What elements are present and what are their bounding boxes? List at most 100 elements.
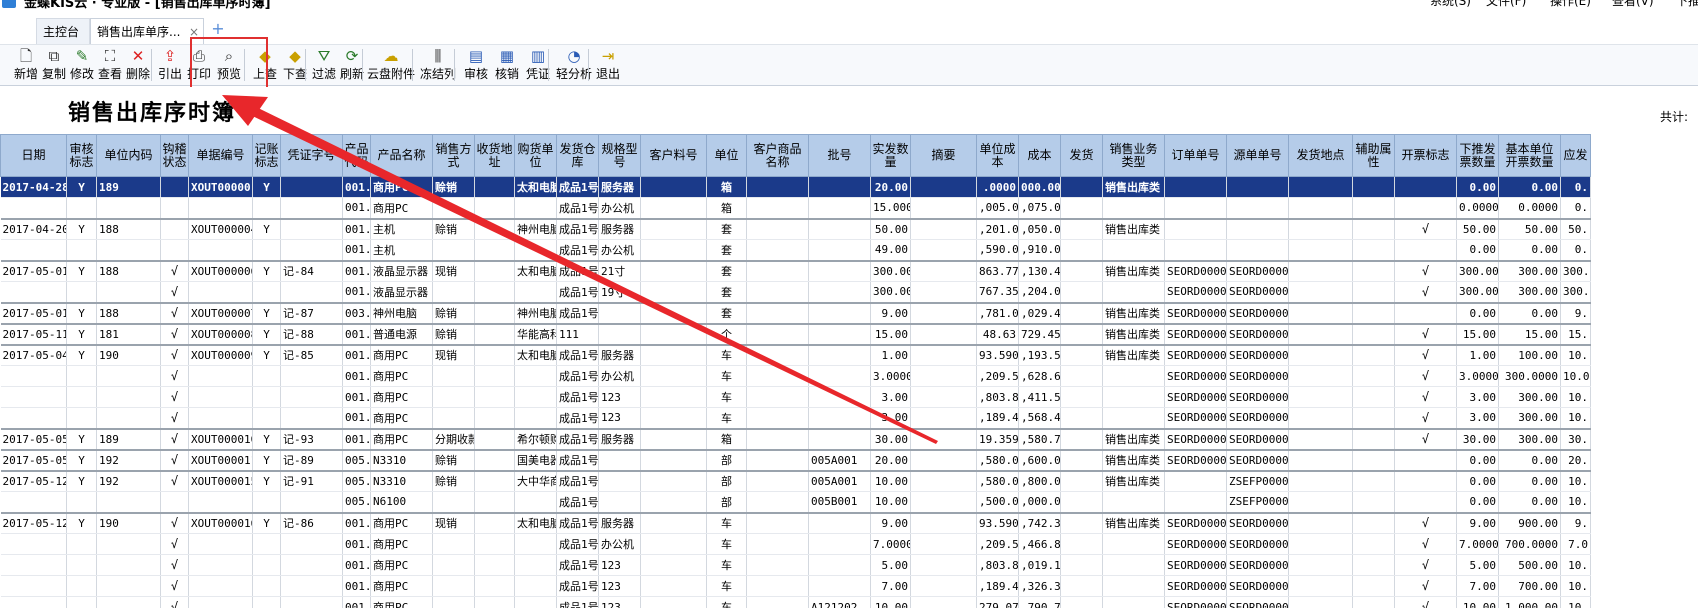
table-row[interactable]: 001.主机成品1号办公机套49.00,590.00,910.000.000.0… [0, 239, 1591, 261]
column-header[interactable]: 规格型号 [598, 134, 641, 177]
table-cell: SEORD000004 [1226, 554, 1289, 576]
table-cell: 123 [598, 575, 641, 597]
column-header[interactable]: 客户商品名称 [746, 134, 809, 177]
toolbar-button-audit[interactable]: ▤ 审核 [460, 46, 492, 86]
column-header[interactable]: 销售业务类型 [1102, 134, 1165, 177]
table-cell [746, 407, 809, 429]
toolbar-button-binoculars[interactable]: ⛶ 查看 [96, 46, 124, 86]
table-row[interactable]: 2017-05-05 Y 189 √ XOUT000010 Y 记-93 001. 商用PC 分期… [0, 427, 1591, 450]
table-cell [514, 596, 557, 608]
table-cell: 办公机 [598, 533, 641, 555]
column-header[interactable]: 发货地点 [1288, 134, 1353, 177]
table-cell: 赊销 [432, 176, 475, 198]
menu-view[interactable]: 查看(V) [1612, 0, 1654, 9]
table-cell [1394, 239, 1457, 261]
table-cell [1226, 176, 1289, 198]
column-header[interactable]: 凭证字号 [280, 134, 343, 177]
column-header[interactable]: 产品名称 [370, 134, 433, 177]
table-cell [474, 554, 515, 576]
table-cell: 20. [1560, 448, 1591, 471]
table-cell: XOUT000010 [188, 427, 253, 450]
column-header[interactable]: 单据编号 [188, 134, 253, 177]
table-row[interactable]: 2017-05-04 Y 190 √ XOUT000009 Y 记-85 001. 商用PC 现销… [0, 343, 1591, 366]
table-row[interactable]: 2017-05-01 Y 188 √ XOUT000006 Y 记-84 001. 液晶显示器现… [0, 259, 1591, 282]
column-header[interactable]: 批号 [808, 134, 871, 177]
column-header[interactable]: 应发 [1560, 134, 1591, 177]
table-cell: Y [66, 343, 97, 366]
column-header[interactable]: 源单单号 [1226, 134, 1289, 177]
toolbar-button-writeoff[interactable]: ▦ 核销 [492, 46, 522, 86]
column-header[interactable]: 摘要 [910, 134, 977, 177]
column-header[interactable]: 单位 [706, 134, 747, 177]
toolbar-separator [362, 49, 363, 81]
table-cell [1352, 365, 1395, 387]
table-row[interactable]: √ 001.液晶显示器 成品1号19寸 套 300.00 767.35,204.08 SEO… [0, 281, 1591, 303]
table-cell [1352, 259, 1395, 282]
table-cell [640, 491, 707, 513]
table-row[interactable]: 001.商用PC成品1号办公机箱15.0000,005.00,075.000.0… [0, 197, 1591, 219]
toolbar-button-new-doc[interactable]: 🗋 新增 [12, 46, 40, 86]
toolbar-button-copy[interactable]: ⧉ 复制 [40, 46, 68, 86]
column-header[interactable]: 审核标志 [66, 134, 97, 177]
table-cell [1352, 176, 1395, 198]
column-header[interactable]: 单位内码 [96, 134, 161, 177]
tab-sales-outbound[interactable]: 销售出库单序... × [90, 18, 204, 44]
toolbar-button-edit[interactable]: ✎ 修改 [68, 46, 96, 86]
table-row[interactable]: 2017-05-11 Y 181 √ XOUT000008 Y 记-88 001. 普通电源 赊销… [0, 322, 1591, 345]
column-header[interactable]: 开票标志 [1394, 134, 1457, 177]
column-header[interactable]: 客户料号 [640, 134, 707, 177]
table-row[interactable]: 2017-05-12 Y 192 √ XOUT000015 Y 记-91 005. N3310 赊… [0, 469, 1591, 492]
toolbar-button-export[interactable]: ⇪ 引出 [156, 46, 184, 86]
column-header[interactable]: 钩稽状态 [160, 134, 189, 177]
table-row[interactable]: √ 001.商用PC 成品1号123 车 3.00 ,189.48,568.44 SEORD… [0, 407, 1591, 429]
toolbar-button-cloud-attach[interactable]: ☁ 云盘附件 [366, 46, 416, 86]
table-row[interactable]: 2017-05-01 Y 188 √ XOUT000007 Y 记-87 003. 神州电脑 赊销… [0, 301, 1591, 324]
table-row[interactable]: √ 001.商用PC 成品1号123 车 5.00 ,803.84,019.18 SEORD… [0, 554, 1591, 576]
table-cell [514, 386, 557, 408]
table-cell [96, 407, 161, 429]
column-header[interactable]: 日期 [0, 134, 67, 177]
menu-operate[interactable]: 操作(E) [1550, 0, 1591, 9]
table-cell: 123 [598, 596, 641, 608]
column-header[interactable]: 基本单位开票数量 [1498, 134, 1561, 177]
table-cell [514, 239, 557, 261]
table-row[interactable]: √ 001.商用PC 成品1号123 车 3.00 ,803.84,411.51 SEORD… [0, 386, 1591, 408]
column-header[interactable]: 实发数量 [870, 134, 911, 177]
table-row[interactable]: 2017-05-05 Y 192 √ XOUT000011 Y 记-89 005. N3310 赊… [0, 448, 1591, 471]
column-header[interactable]: 销售方式 [432, 134, 475, 177]
column-header[interactable]: 成本 [1018, 134, 1061, 177]
column-header[interactable]: 记账标志 [252, 134, 281, 177]
table-cell: 成品1号 [556, 575, 599, 597]
toolbar-button-voucher[interactable]: ▥ 凭证 [522, 46, 554, 86]
column-header[interactable]: 单位成本 [976, 134, 1019, 177]
column-header[interactable]: 发货 [1060, 134, 1103, 177]
table-cell: SEORD000004 [1164, 386, 1227, 408]
table-row[interactable]: 2017-04-28Y189XOUT00000Y001.商用PC赊销太和电脑成品… [0, 176, 1591, 198]
column-header[interactable]: 发货仓库 [556, 134, 599, 177]
column-header[interactable]: 产品代码 [342, 134, 371, 177]
table-cell: 10. [1560, 491, 1591, 513]
column-header[interactable]: 购货单位 [514, 134, 557, 177]
toolbar-button-delete[interactable]: ✕ 删除 [124, 46, 152, 86]
column-header[interactable]: 下推发票数量 [1456, 134, 1499, 177]
menu-pushdown[interactable]: 下推(P) [1676, 0, 1698, 9]
table-row[interactable]: √ 001.商用PC 成品1号办公机 车 3.0000 ,209.55,628.65 SEO… [0, 365, 1591, 387]
column-header[interactable]: 收货地址 [474, 134, 515, 177]
add-tab-icon[interactable]: + [210, 21, 226, 38]
column-header[interactable]: 辅助属性 [1352, 134, 1395, 177]
menu-system[interactable]: 系统(S) [1430, 0, 1471, 9]
table-row[interactable]: 2017-04-20Y188XOUT000004Y001.主机赊销神州电脑成品1… [0, 217, 1591, 240]
table-row[interactable]: 005.N6100 成品1号 部 005B00110.00 ,500.00,000.00… [0, 491, 1591, 513]
tab-main-console[interactable]: 主控台 [36, 18, 90, 44]
column-header[interactable]: 订单单号 [1164, 134, 1227, 177]
table-row[interactable]: √ 001.商用PC 成品1号办公机 车 7.0000 ,209.55,466.85 SEO… [0, 533, 1591, 555]
table-row[interactable]: √ 001.商用PC 成品1号123 车 7.00 ,189.48,326.37 SEORD… [0, 575, 1591, 597]
table-row[interactable]: √ 001. 商用PC 成品1号 123 车 A121202 10.00 279.07,790.… [0, 596, 1591, 608]
table-cell: 001. [342, 343, 371, 366]
menu-file[interactable]: 文件(F) [1486, 0, 1526, 9]
toolbar-button-exit[interactable]: ⇥ 退出 [594, 46, 622, 86]
table-cell [66, 596, 97, 608]
table-row[interactable]: 2017-05-12 Y 190 √ XOUT000016 Y 记-86 001. 商用PC 现销… [0, 511, 1591, 534]
table-cell: Y [66, 511, 97, 534]
toolbar-button-filter[interactable]: ⛛ 过滤 [310, 46, 338, 86]
